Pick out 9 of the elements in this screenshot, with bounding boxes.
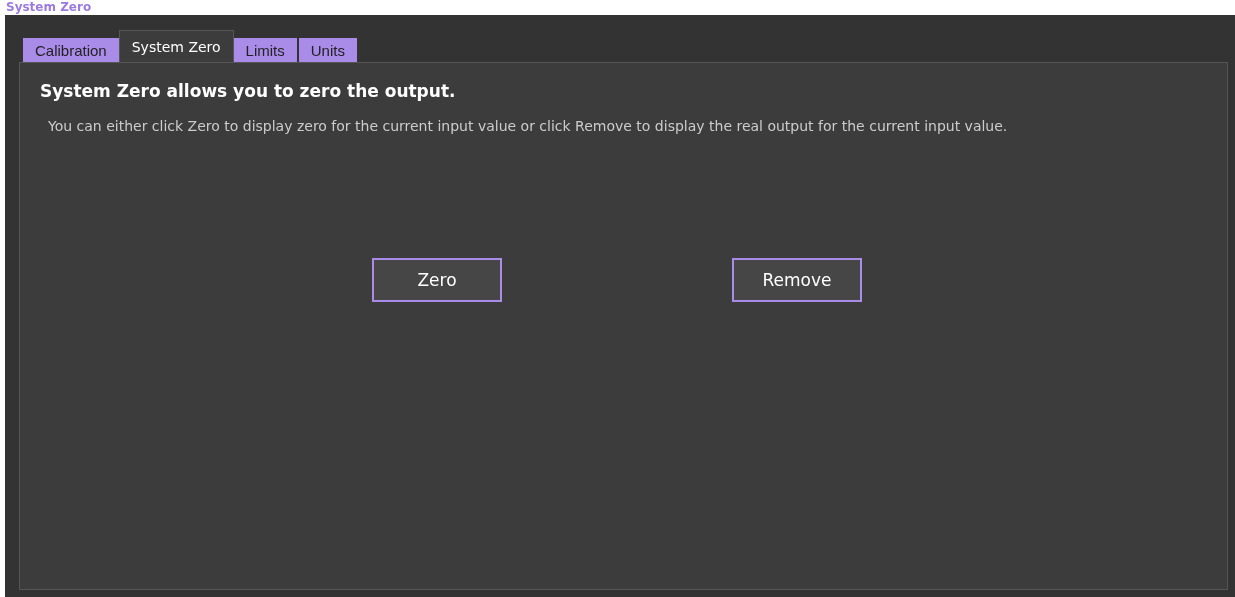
tab[interactable]: Limits <box>233 38 297 62</box>
panel-heading: System Zero allows you to zero the output. <box>40 81 457 101</box>
tab[interactable]: System Zero <box>118 30 234 62</box>
action-button[interactable]: Zero <box>372 258 502 302</box>
page-title: System Zero <box>5 0 93 15</box>
tab[interactable]: Calibration <box>23 38 119 62</box>
panel-description: You can either click Zero to display zero for the current input value or click Remove to display the real output for the current input value. <box>47 117 1009 136</box>
tab[interactable]: Units <box>296 38 357 62</box>
action-button[interactable]: Remove <box>732 258 862 302</box>
